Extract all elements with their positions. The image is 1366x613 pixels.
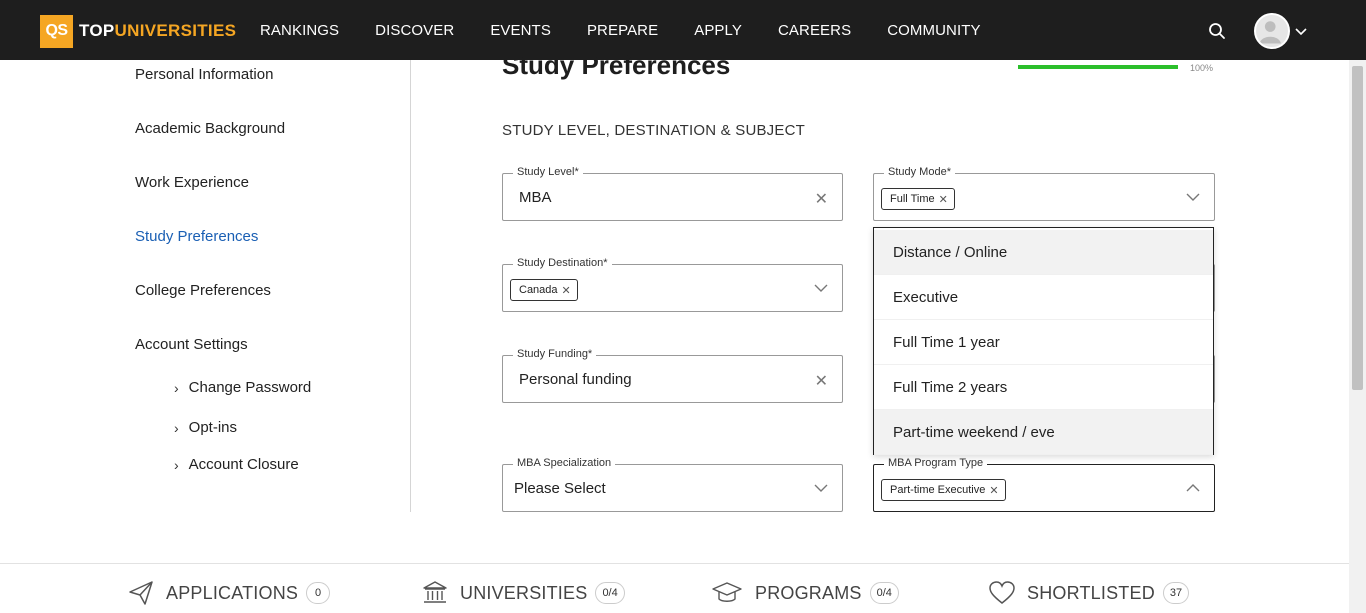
footer-universities[interactable]: UNIVERSITIES 0/4 xyxy=(422,578,625,608)
chevron-right-icon: › xyxy=(174,419,179,436)
study-funding-value: Personal funding xyxy=(519,371,632,388)
sidebar-subitem-label: Account Closure xyxy=(188,456,299,473)
footer-label: APPLICATIONS xyxy=(166,582,299,603)
chip-remove-icon[interactable]: ✕ xyxy=(989,484,998,497)
mba-program-type-dropdown-menu: Distance / Online Executive Full Time 1 … xyxy=(873,227,1214,455)
field-label: Study Mode* xyxy=(884,166,955,178)
footer-label: UNIVERSITIES xyxy=(460,582,588,603)
sidebar-subitem-label: Opt-ins xyxy=(188,419,238,436)
dropdown-option[interactable]: Full Time 2 years xyxy=(874,365,1213,410)
chevron-down-icon[interactable] xyxy=(814,283,828,293)
sidebar-subitem-change-password[interactable]: › Change Password xyxy=(174,379,311,396)
search-icon[interactable] xyxy=(1208,22,1226,40)
qs-topuniversities-logo[interactable]: QS TOPUNIVERSITIES xyxy=(40,14,236,48)
chip-label: Full Time xyxy=(890,193,935,205)
avatar[interactable] xyxy=(1254,13,1290,49)
section-title: STUDY LEVEL, DESTINATION & SUBJECT xyxy=(502,122,805,139)
heart-icon xyxy=(989,581,1015,604)
logo-word-top: TOP xyxy=(79,21,115,40)
footer-shortlisted[interactable]: SHORTLISTED 37 xyxy=(989,578,1190,608)
count-badge: 37 xyxy=(1162,582,1190,604)
study-mode-field[interactable]: Study Mode* Full Time ✕ xyxy=(873,166,1215,221)
qs-logo-mark: QS xyxy=(40,14,73,48)
footer-label: PROGRAMS xyxy=(755,582,862,603)
sidebar-item-account-settings[interactable]: Account Settings xyxy=(135,336,248,353)
chip-label: Canada xyxy=(519,284,558,296)
nav-careers[interactable]: CAREERS xyxy=(778,22,851,39)
progress-fill xyxy=(1018,65,1178,69)
sidebar-item-study-preferences[interactable]: Study Preferences xyxy=(135,228,258,245)
mba-specialization-field[interactable]: MBA Specialization Please Select xyxy=(502,457,843,512)
study-destination-chip: Canada ✕ xyxy=(510,279,578,301)
footer-applications[interactable]: APPLICATIONS 0 xyxy=(128,578,331,608)
dropdown-option[interactable]: Distance / Online xyxy=(874,230,1213,275)
nav-rankings[interactable]: RANKINGS xyxy=(260,22,339,39)
study-level-value: MBA xyxy=(519,189,552,206)
sidebar-subitem-opt-ins[interactable]: › Opt-ins xyxy=(174,419,237,436)
nav-prepare[interactable]: PREPARE xyxy=(587,22,658,39)
field-label: MBA Specialization xyxy=(513,457,616,469)
count-badge: 0/4 xyxy=(595,582,625,604)
study-destination-field[interactable]: Study Destination* Canada ✕ xyxy=(502,257,843,312)
dropdown-option[interactable]: Part-time weekend / eve xyxy=(874,410,1213,455)
logo-word-universities: UNIVERSITIES xyxy=(114,21,237,40)
sidebar-subitem-label: Change Password xyxy=(188,379,312,396)
dropdown-option[interactable]: Full Time 1 year xyxy=(874,320,1213,365)
chevron-down-icon[interactable] xyxy=(814,483,828,493)
sidebar-item-work-experience[interactable]: Work Experience xyxy=(135,174,249,191)
scrollbar-thumb[interactable] xyxy=(1352,66,1363,390)
count-badge: 0/4 xyxy=(869,582,899,604)
study-funding-field[interactable]: Study Funding* Personal funding ✕ xyxy=(502,348,843,403)
clear-icon[interactable]: ✕ xyxy=(815,189,828,209)
page-title: Study Preferences xyxy=(502,50,731,80)
sidebar-item-personal-information[interactable]: Personal Information xyxy=(135,66,273,83)
university-icon xyxy=(423,581,447,603)
chevron-up-icon[interactable] xyxy=(1186,483,1200,493)
sidebar-item-academic-background[interactable]: Academic Background xyxy=(135,120,285,137)
progress-label: 100% xyxy=(1190,63,1214,73)
sidebar-subitem-account-closure[interactable]: › Account Closure xyxy=(174,456,299,473)
chip-remove-icon[interactable]: ✕ xyxy=(562,284,571,297)
graduation-cap-icon xyxy=(712,582,742,602)
profile-sidebar: Personal Information Academic Background… xyxy=(0,60,411,512)
mba-program-type-field[interactable]: MBA Program Type Part-time Executive ✕ xyxy=(873,457,1215,512)
nav-community[interactable]: COMMUNITY xyxy=(887,22,980,39)
chip-remove-icon[interactable]: ✕ xyxy=(939,193,948,206)
study-level-field[interactable]: Study Level* MBA ✕ xyxy=(502,166,843,221)
study-mode-chip: Full Time ✕ xyxy=(881,188,955,210)
nav-discover[interactable]: DISCOVER xyxy=(375,22,454,39)
mba-program-type-chip: Part-time Executive ✕ xyxy=(881,479,1006,501)
paper-plane-icon xyxy=(129,581,153,605)
chevron-right-icon: › xyxy=(174,379,179,396)
sidebar-item-college-preferences[interactable]: College Preferences xyxy=(135,282,271,299)
chevron-down-icon[interactable] xyxy=(1294,24,1308,38)
mba-specialization-value: Please Select xyxy=(514,480,606,497)
footer-divider xyxy=(0,563,1350,564)
nav-apply[interactable]: APPLY xyxy=(694,22,742,39)
chevron-right-icon: › xyxy=(174,456,179,473)
profile-progress-bar xyxy=(1018,65,1178,69)
chip-label: Part-time Executive xyxy=(890,484,986,496)
clear-icon[interactable]: ✕ xyxy=(815,371,828,391)
footer-programs[interactable]: PROGRAMS 0/4 xyxy=(711,578,899,608)
chevron-down-icon[interactable] xyxy=(1186,192,1200,202)
field-label: Study Level* xyxy=(513,166,583,178)
logo-wordmark: TOPUNIVERSITIES xyxy=(79,21,236,41)
field-label: Study Destination* xyxy=(513,257,612,269)
dropdown-option[interactable]: Executive xyxy=(874,275,1213,320)
field-label: Study Funding* xyxy=(513,348,597,360)
footer-label: SHORTLISTED xyxy=(1027,582,1155,603)
field-label: MBA Program Type xyxy=(884,457,988,469)
count-badge: 0 xyxy=(306,582,331,604)
nav-events[interactable]: EVENTS xyxy=(490,22,551,39)
